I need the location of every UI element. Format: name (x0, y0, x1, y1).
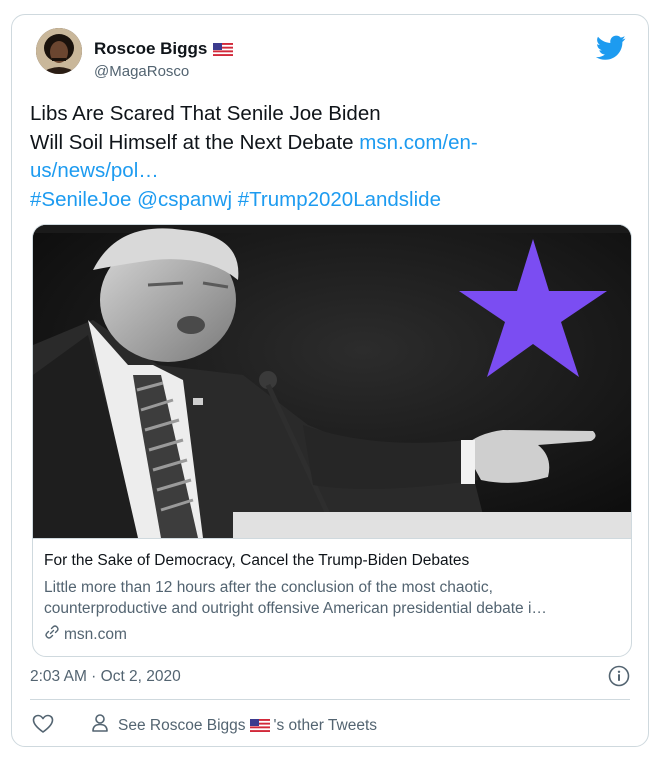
author-avatar[interactable] (36, 28, 82, 74)
link-preview-card[interactable]: For the Sake of Democracy, Cancel the Tr… (32, 224, 632, 657)
author-display-name[interactable]: Roscoe Biggs (94, 39, 207, 59)
link-preview-image[interactable] (33, 225, 631, 538)
tweet-line-2: Will Soil Himself at the Next Debate (30, 130, 360, 154)
twitter-bird-icon[interactable] (595, 35, 626, 61)
us-flag-icon (249, 719, 270, 732)
tweet-text: Libs Are Scared That Senile Joe Biden Wi… (30, 100, 630, 214)
see-other-tweets-suffix[interactable]: 's other Tweets (274, 717, 377, 735)
author-handle[interactable]: @MagaRosco (94, 63, 189, 80)
see-other-tweets-link[interactable]: See Roscoe Biggs 's other Tweets (90, 713, 377, 738)
us-flag-icon (213, 42, 234, 56)
link-desc-line-1: Little more than 12 hours after the conc… (44, 579, 493, 596)
info-icon[interactable] (608, 665, 630, 687)
tweet-link[interactable]: msn.com/en- (359, 131, 477, 154)
hashtag-senilejoe[interactable]: #SenileJoe (30, 188, 131, 211)
see-other-tweets-prefix[interactable]: See Roscoe Biggs (118, 717, 246, 735)
hashtag-trump2020landslide[interactable]: #Trump2020Landslide (238, 188, 441, 211)
link-preview-title[interactable]: For the Sake of Democracy, Cancel the Tr… (44, 552, 469, 570)
link-preview-domain: msn.com (44, 624, 127, 645)
person-icon (90, 713, 110, 738)
link-desc-line-2: counterproductive and outright offensive… (44, 600, 547, 617)
heart-icon[interactable] (32, 714, 54, 734)
footer-divider (30, 699, 630, 700)
mention-cspanwj[interactable]: @cspanwj (137, 188, 232, 211)
link-chain-icon (44, 624, 60, 645)
tweet-link-continued[interactable]: us/news/pol… (30, 157, 630, 186)
link-domain-text: msn.com (64, 625, 127, 643)
link-preview-body[interactable]: For the Sake of Democracy, Cancel the Tr… (33, 538, 631, 656)
tweet-line-1: Libs Are Scared That Senile Joe Biden (30, 102, 381, 125)
link-preview-description: Little more than 12 hours after the conc… (44, 577, 629, 619)
tweet-timestamp[interactable]: 2:03 AM · Oct 2, 2020 (30, 668, 181, 686)
tweet-card[interactable]: Roscoe Biggs @MagaRosco Libs Are Scared … (11, 14, 649, 747)
